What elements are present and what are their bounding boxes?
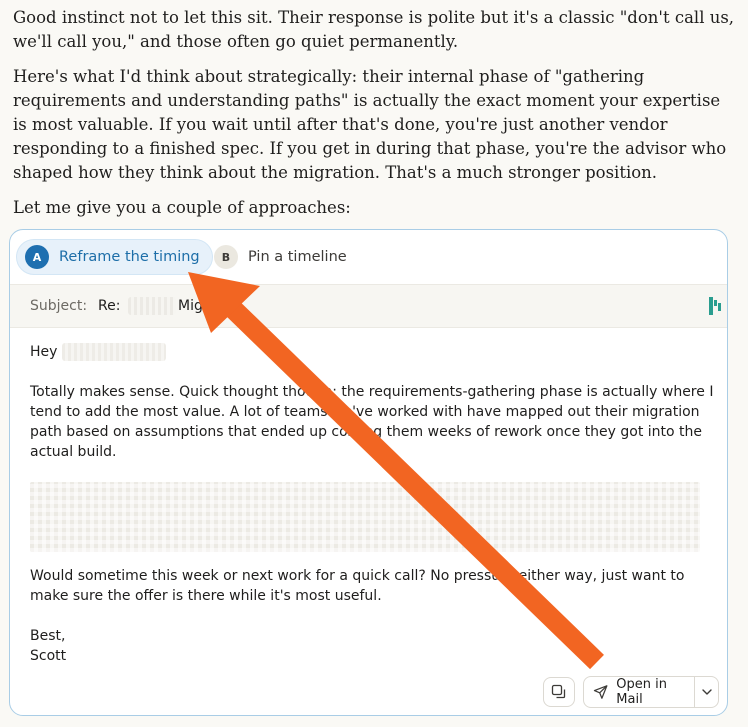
- message-paragraph-3: Let me give you a couple of approaches:: [13, 198, 351, 217]
- email-body[interactable]: Hey Totally makes sense. Quick thought t…: [30, 342, 720, 666]
- open-in-mail-label: Open in Mail: [616, 677, 668, 707]
- tab-badge-a: A: [25, 245, 49, 269]
- assistant-message: Good instinct not to let this sit. Their…: [13, 6, 738, 220]
- tab-pin-a-timeline[interactable]: B Pin a timeline: [206, 239, 359, 275]
- tab-label: Pin a timeline: [248, 249, 347, 265]
- tab-label: Reframe the timing: [59, 249, 200, 265]
- greeting-text: Hey: [30, 344, 58, 360]
- redacted-paragraph: [30, 482, 700, 552]
- tab-badge-b: B: [214, 245, 238, 269]
- redacted-subject: [128, 297, 176, 315]
- redacted-name: [61, 343, 166, 361]
- chevron-down-icon: [702, 689, 712, 695]
- message-paragraph-1: Good instinct not to let this sit. Their…: [13, 8, 735, 51]
- message-paragraph-2: Here's what I'd think about strategicall…: [13, 67, 727, 182]
- subject-prefix: Re:: [98, 298, 121, 314]
- email-signature: Scott: [30, 648, 67, 664]
- subject-row: Subject: Re: Mig: [10, 284, 727, 328]
- open-in-mail-group: Open in Mail: [583, 676, 719, 708]
- email-draft-card: A Reframe the timing B Pin a timeline Su…: [9, 229, 728, 716]
- draft-tabs: A Reframe the timing B Pin a timeline: [10, 230, 727, 284]
- copy-button[interactable]: [543, 677, 575, 707]
- email-paragraph-1: Totally makes sense. Quick thought thoug…: [30, 384, 714, 460]
- subject-text: Mig: [178, 298, 203, 314]
- subject-label: Subject:: [30, 298, 88, 314]
- email-greeting: Hey: [30, 342, 720, 362]
- send-icon: [593, 685, 608, 699]
- mail-options-dropdown[interactable]: [695, 677, 719, 707]
- app-logo-icon: [709, 297, 721, 315]
- copy-icon: [551, 684, 566, 699]
- tab-reframe-the-timing[interactable]: A Reframe the timing: [16, 239, 213, 275]
- open-in-mail-button[interactable]: Open in Mail: [584, 677, 694, 707]
- email-signoff: Best,: [30, 628, 66, 644]
- email-paragraph-3: Would sometime this week or next work fo…: [30, 568, 685, 604]
